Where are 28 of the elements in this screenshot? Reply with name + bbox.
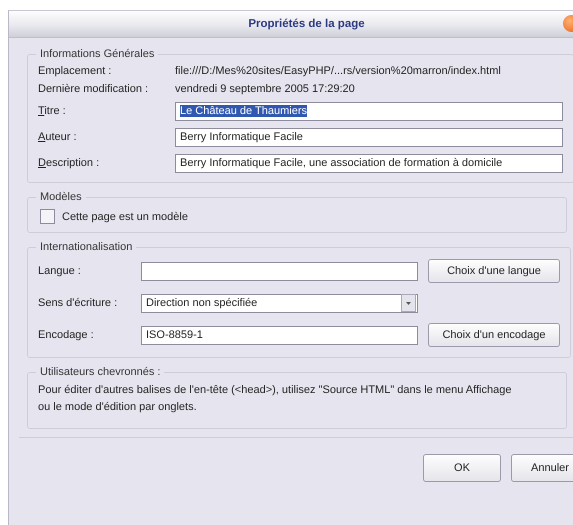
checkbox-label: Cette page est un modèle xyxy=(62,210,188,222)
field-label: Encodage : xyxy=(38,329,95,341)
group-title: Informations Générales xyxy=(39,48,156,60)
group-title: Internationalisation xyxy=(39,241,134,253)
field-label: Emplacement : xyxy=(38,65,112,77)
window-title: Propriétés de la page xyxy=(248,18,365,30)
field-label: Langue : xyxy=(38,265,82,277)
dialog-button[interactable]: Annuler xyxy=(511,454,573,482)
field-label: Description : xyxy=(38,157,100,169)
field-label: Sens d'écriture : xyxy=(38,297,118,309)
input-field[interactable]: Berry Informatique Facile xyxy=(175,128,563,146)
field-value: file:///D:/Mes%20sites/EasyPHP/...rs/version%20marron/index.html xyxy=(175,65,501,77)
dropdown[interactable]: Direction non spécifiée xyxy=(141,294,418,312)
input-field[interactable]: ISO-8859-1 xyxy=(141,326,418,344)
checkbox[interactable] xyxy=(40,209,55,224)
group-title: Modèles xyxy=(39,191,83,203)
input-field[interactable]: Berry Informatique Facile, une association de formation à domicile xyxy=(175,154,563,172)
field-value: vendredi 9 septembre 2005 17:29:20 xyxy=(175,83,355,95)
input-field[interactable] xyxy=(141,262,418,280)
field-label: Titre : xyxy=(38,105,67,117)
info-text: Pour éditer d'autres balises de l'en-tête (<head>), utilisez "Source HTML" dans le menu Affichage ou le mode d'édition par onglets. xyxy=(38,383,512,415)
input-field[interactable]: Le Château de Thaumiers xyxy=(175,102,563,120)
group-title: Utilisateurs chevronnés : xyxy=(39,366,162,378)
choose-button[interactable]: Choix d'un encodage xyxy=(428,323,560,347)
field-label: Auteur : xyxy=(38,131,78,143)
dialog-button[interactable]: OK xyxy=(423,454,501,482)
field-label: Dernière modification : xyxy=(38,83,150,95)
choose-button[interactable]: Choix d'une langue xyxy=(428,259,560,283)
